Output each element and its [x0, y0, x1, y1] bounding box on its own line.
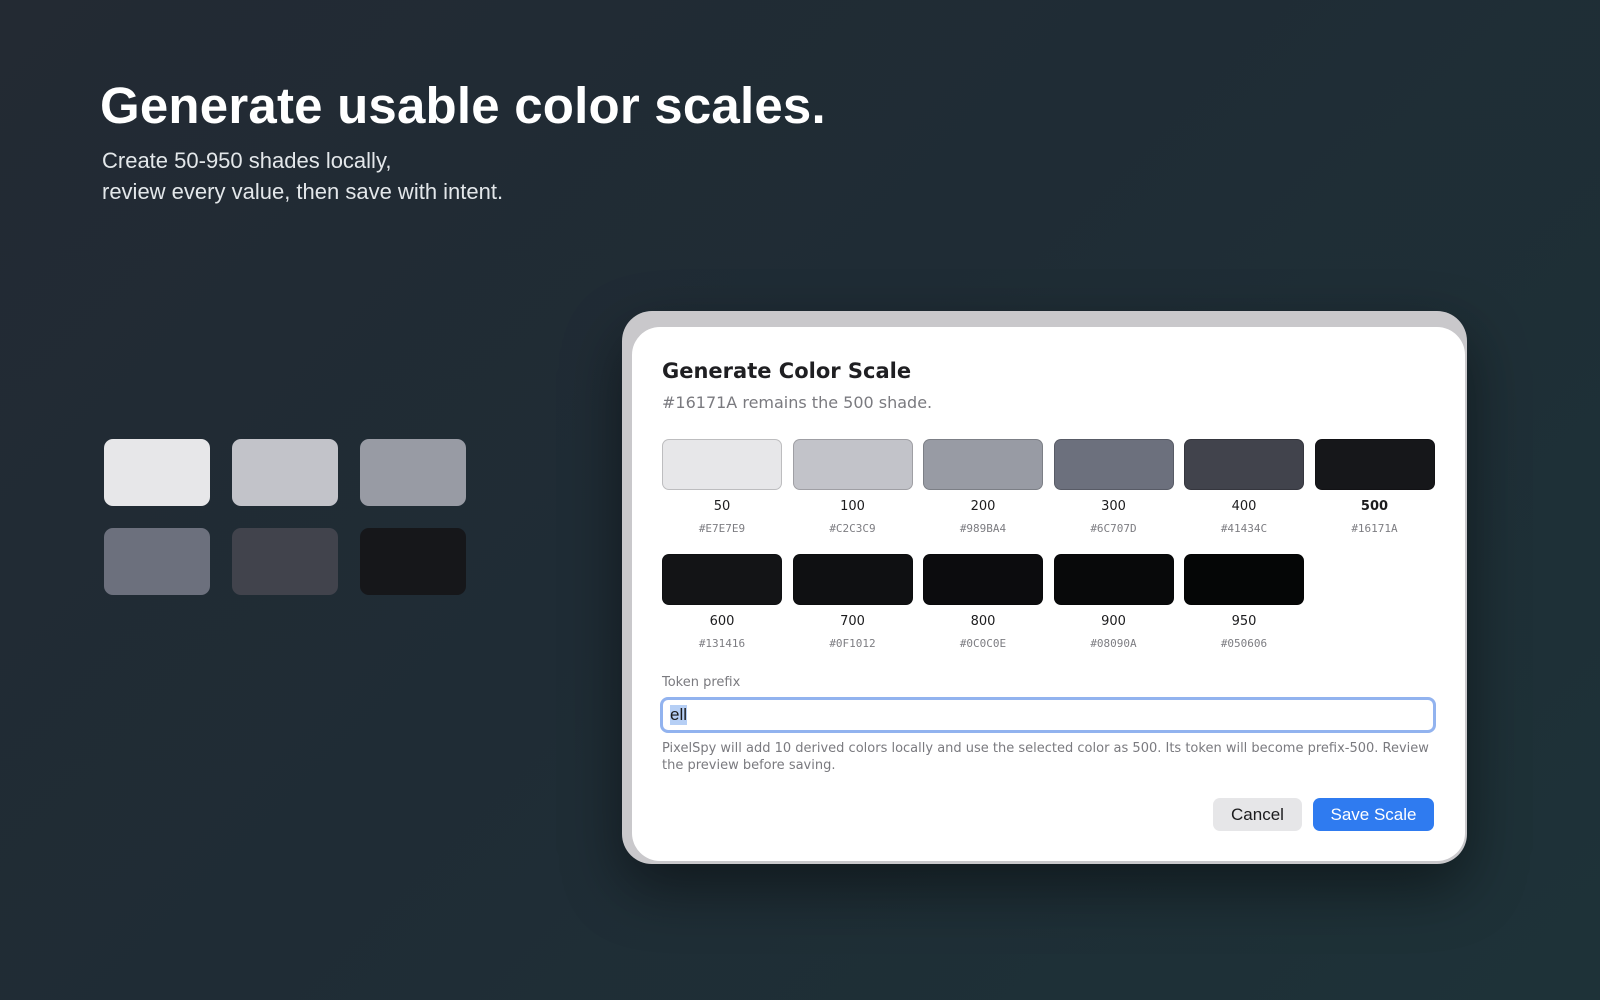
- swatch-shade-label: 900: [1101, 614, 1126, 629]
- preview-tile: [232, 439, 338, 506]
- swatch-hex-label: #41434C: [1220, 522, 1268, 535]
- swatch-color-box: [1184, 439, 1304, 490]
- swatch-shade-label: 700: [840, 614, 865, 629]
- preview-tile: [104, 528, 210, 595]
- swatch-color-box: [662, 439, 782, 490]
- preview-tile: [232, 528, 338, 595]
- swatch-400: 400 #41434C: [1184, 439, 1304, 540]
- swatch-shade-label: 950: [1231, 614, 1257, 629]
- swatch-shade-label: 200: [970, 499, 996, 514]
- swatch-hex-label: #16171A: [1351, 522, 1398, 535]
- swatch-950: 950 #050606: [1184, 554, 1304, 655]
- swatch-shade-label: 800: [970, 614, 996, 629]
- hero-subtitle: Create 50-950 shades locally, review eve…: [102, 145, 503, 207]
- swatch-500: 500 #16171A: [1314, 439, 1435, 540]
- dialog-subtitle: #16171A remains the 500 shade.: [662, 393, 933, 412]
- token-prefix-input[interactable]: [660, 697, 1436, 733]
- swatch-hex-label: #6C707D: [1090, 522, 1137, 535]
- preview-swatch-grid: [104, 439, 466, 595]
- swatch-color-box: [1184, 554, 1304, 605]
- swatch-hex-label: #131416: [698, 637, 746, 650]
- swatch-100: 100 #C2C3C9: [792, 439, 913, 540]
- swatch-shade-label: 100: [840, 499, 865, 514]
- swatch-hex-label: #08090A: [1090, 637, 1137, 650]
- swatch-600: 600 #131416: [662, 554, 782, 655]
- preview-tile: [104, 439, 210, 506]
- help-text: PixelSpy will add 10 derived colors loca…: [662, 741, 1429, 773]
- swatch-300: 300 #6C707D: [1053, 439, 1174, 540]
- dialog-title: Generate Color Scale: [662, 359, 912, 383]
- swatch-hex-label: #989BA4: [959, 522, 1007, 535]
- swatch-800: 800 #0C0C0E: [923, 554, 1043, 655]
- swatch-color-box: [792, 439, 913, 490]
- generate-color-scale-dialog: Generate Color Scale #16171A remains the…: [632, 327, 1465, 861]
- swatch-900: 900 #08090A: [1053, 554, 1174, 655]
- swatch-shade-label: 50: [713, 499, 731, 514]
- swatch-700: 700 #0F1012: [792, 554, 913, 655]
- token-prefix-label: Token prefix: [662, 675, 741, 690]
- swatch-hex-label: #E7E7E9: [698, 522, 746, 535]
- swatch-shade-label: 500: [1360, 499, 1389, 514]
- swatch-color-box: [662, 554, 782, 605]
- swatch-200: 200 #989BA4: [923, 439, 1043, 540]
- hero-title: Generate usable color scales.: [100, 77, 826, 134]
- cancel-button[interactable]: Cancel: [1213, 798, 1302, 831]
- swatch-hex-label: #C2C3C9: [829, 522, 876, 535]
- swatch-color-box: [1053, 439, 1174, 490]
- swatch-grid: 50 #E7E7E9 100 #C2C3C9 200 #989BA4 300 #6C707D 4…: [662, 439, 1435, 655]
- hero-subtitle-line-2: review every value, then save with inten…: [102, 179, 504, 204]
- preview-tile: [360, 528, 466, 595]
- swatch-color-box: [1314, 439, 1435, 490]
- swatch-color-box: [923, 439, 1043, 490]
- swatch-50: 50 #E7E7E9: [662, 439, 782, 540]
- swatch-shade-label: 600: [709, 614, 735, 629]
- swatch-shade-label: 300: [1101, 499, 1126, 514]
- swatch-hex-label: #050606: [1220, 637, 1268, 650]
- swatch-hex-label: #0C0C0E: [959, 637, 1007, 650]
- swatch-color-box: [792, 554, 913, 605]
- swatch-shade-label: 400: [1231, 499, 1257, 514]
- preview-tile: [360, 439, 466, 506]
- swatch-color-box: [923, 554, 1043, 605]
- swatch-hex-label: #0F1012: [829, 637, 876, 650]
- save-scale-button[interactable]: Save Scale: [1313, 798, 1434, 831]
- hero-subtitle-line-1: Create 50-950 shades locally,: [102, 148, 392, 173]
- swatch-color-box: [1053, 554, 1174, 605]
